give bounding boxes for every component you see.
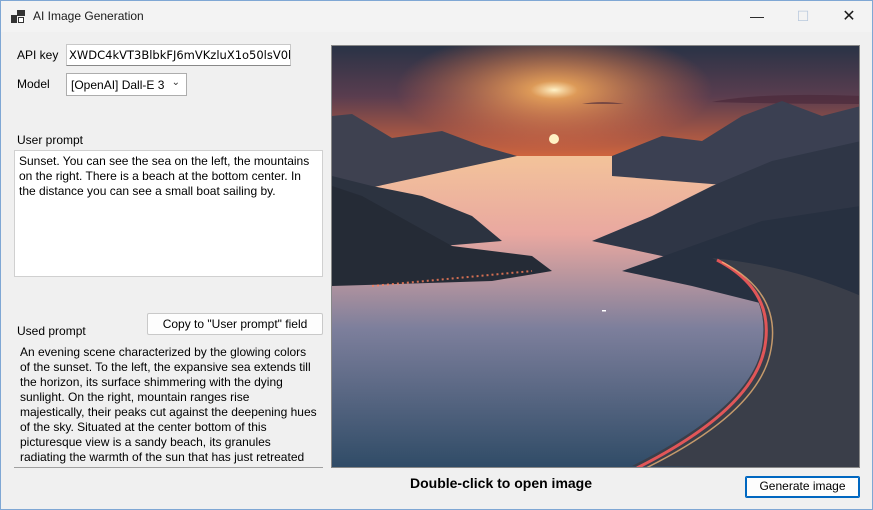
app-window-icon (11, 10, 25, 24)
user-prompt-label: User prompt (17, 133, 84, 147)
user-prompt-textarea[interactable]: Sunset. You can see the sea on the left,… (14, 150, 323, 277)
model-select-value: [OpenAI] Dall-E 3 (71, 78, 165, 92)
used-prompt-textarea[interactable]: An evening scene characterized by the gl… (14, 342, 323, 468)
generated-image-picture (332, 46, 859, 467)
close-button[interactable]: ✕ (826, 1, 872, 32)
app-window: AI Image Generation — ☐ ✕ API key XWDC4k… (0, 0, 873, 510)
used-prompt-label: Used prompt (17, 324, 86, 338)
generated-image[interactable] (331, 45, 860, 468)
model-label: Model (17, 77, 50, 91)
copy-to-user-prompt-button[interactable]: Copy to "User prompt" field (147, 313, 323, 335)
model-select[interactable]: [OpenAI] Dall-E 3 ⌄ (66, 73, 187, 96)
api-key-input[interactable]: XWDC4kVT3BlbkFJ6mVKzluX1o50lsV0hA1U (66, 44, 291, 66)
api-key-label: API key (17, 48, 59, 62)
close-icon: ✕ (842, 8, 856, 25)
open-image-caption: Double-click to open image (409, 475, 593, 491)
window-title: AI Image Generation (33, 9, 144, 23)
maximize-icon: ☐ (796, 8, 810, 24)
title-bar[interactable]: AI Image Generation — ☐ ✕ (1, 1, 872, 32)
minimize-icon: — (750, 8, 764, 24)
chevron-down-icon: ⌄ (171, 77, 180, 88)
minimize-button[interactable]: — (734, 1, 780, 32)
generate-image-button[interactable]: Generate image (745, 476, 860, 498)
maximize-button[interactable]: ☐ (780, 1, 826, 32)
